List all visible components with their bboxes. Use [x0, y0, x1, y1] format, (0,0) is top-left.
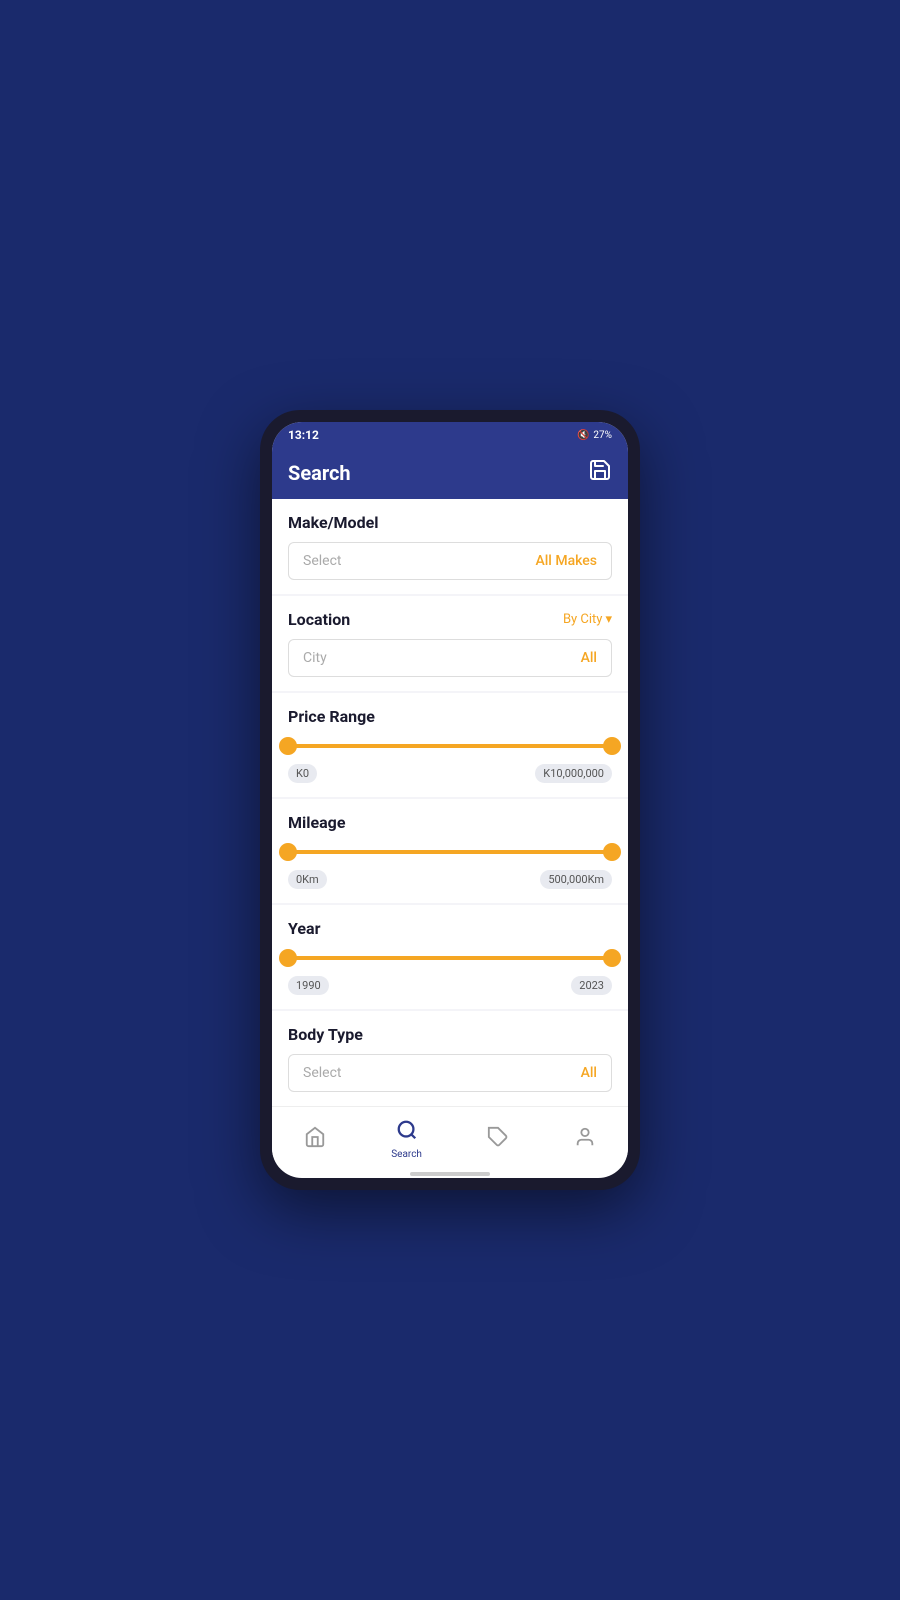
city-placeholder: City [303, 650, 327, 666]
year-max-label: 2023 [571, 976, 612, 995]
price-range-section: Price Range K0 K10,000,000 [272, 693, 628, 797]
mileage-range-labels: 0Km 500,000Km [288, 870, 612, 889]
year-title: Year [288, 919, 612, 938]
mileage-section: Mileage 0Km 500,000Km [272, 799, 628, 903]
body-type-title: Body Type [288, 1025, 612, 1044]
save-icon[interactable] [588, 458, 612, 487]
home-indicator [410, 1172, 490, 1176]
status-time: 13:12 [288, 428, 319, 442]
tag-icon [487, 1126, 509, 1154]
nav-item-home[interactable] [288, 1122, 342, 1158]
price-min-label: K0 [288, 764, 317, 783]
price-slider-track [288, 744, 612, 748]
search-nav-icon [396, 1119, 418, 1147]
body-type-section: Body Type Select All [272, 1011, 628, 1106]
make-model-placeholder: Select [303, 553, 341, 569]
status-mute-icon: 🔇 [577, 430, 589, 441]
price-range-slider[interactable] [288, 736, 612, 756]
status-battery: 27% [593, 430, 612, 441]
location-header: Location By City ▾ [288, 610, 612, 629]
mileage-min-label: 0Km [288, 870, 327, 889]
year-range-labels: 1990 2023 [288, 976, 612, 995]
location-section: Location By City ▾ City All [272, 596, 628, 691]
app-header: Search [272, 448, 628, 499]
profile-icon [574, 1126, 596, 1154]
year-slider-thumb-min[interactable] [279, 949, 297, 967]
location-title: Location [288, 610, 350, 629]
price-slider-thumb-max[interactable] [603, 737, 621, 755]
status-bar: 13:12 🔇 27% [272, 422, 628, 448]
mileage-title: Mileage [288, 813, 612, 832]
year-min-label: 1990 [288, 976, 329, 995]
body-type-placeholder: Select [303, 1065, 341, 1081]
nav-item-search[interactable]: Search [375, 1115, 438, 1164]
mileage-slider-thumb-min[interactable] [279, 843, 297, 861]
nav-item-profile[interactable] [558, 1122, 612, 1158]
price-range-title: Price Range [288, 707, 612, 726]
main-content: Make/Model Select All Makes Location By … [272, 499, 628, 1106]
body-type-badge: All [581, 1065, 597, 1081]
make-model-title: Make/Model [288, 513, 612, 532]
nav-item-tag[interactable] [471, 1122, 525, 1158]
city-badge: All [581, 650, 597, 666]
status-right: 🔇 27% [577, 430, 612, 441]
phone-frame: 13:12 🔇 27% Search Make/Model [260, 410, 640, 1190]
location-type-selector[interactable]: By City ▾ [563, 612, 612, 627]
bottom-nav: Search [272, 1106, 628, 1168]
price-max-label: K10,000,000 [535, 764, 612, 783]
search-nav-label: Search [391, 1149, 422, 1160]
make-model-input[interactable]: Select All Makes [288, 542, 612, 580]
phone-screen: 13:12 🔇 27% Search Make/Model [272, 422, 628, 1178]
year-section: Year 1990 2023 [272, 905, 628, 1009]
body-type-input[interactable]: Select All [288, 1054, 612, 1092]
year-slider-thumb-max[interactable] [603, 949, 621, 967]
mileage-slider-thumb-max[interactable] [603, 843, 621, 861]
city-input[interactable]: City All [288, 639, 612, 677]
mileage-slider-track [288, 850, 612, 854]
price-slider-thumb-min[interactable] [279, 737, 297, 755]
mileage-max-label: 500,000Km [540, 870, 612, 889]
year-slider[interactable] [288, 948, 612, 968]
make-model-section: Make/Model Select All Makes [272, 499, 628, 594]
chevron-down-icon: ▾ [605, 612, 612, 627]
header-title: Search [288, 461, 351, 485]
home-icon [304, 1126, 326, 1154]
year-slider-track [288, 956, 612, 960]
make-model-badge: All Makes [535, 553, 597, 569]
location-type-label: By City [563, 612, 603, 627]
price-range-labels: K0 K10,000,000 [288, 764, 612, 783]
mileage-slider[interactable] [288, 842, 612, 862]
